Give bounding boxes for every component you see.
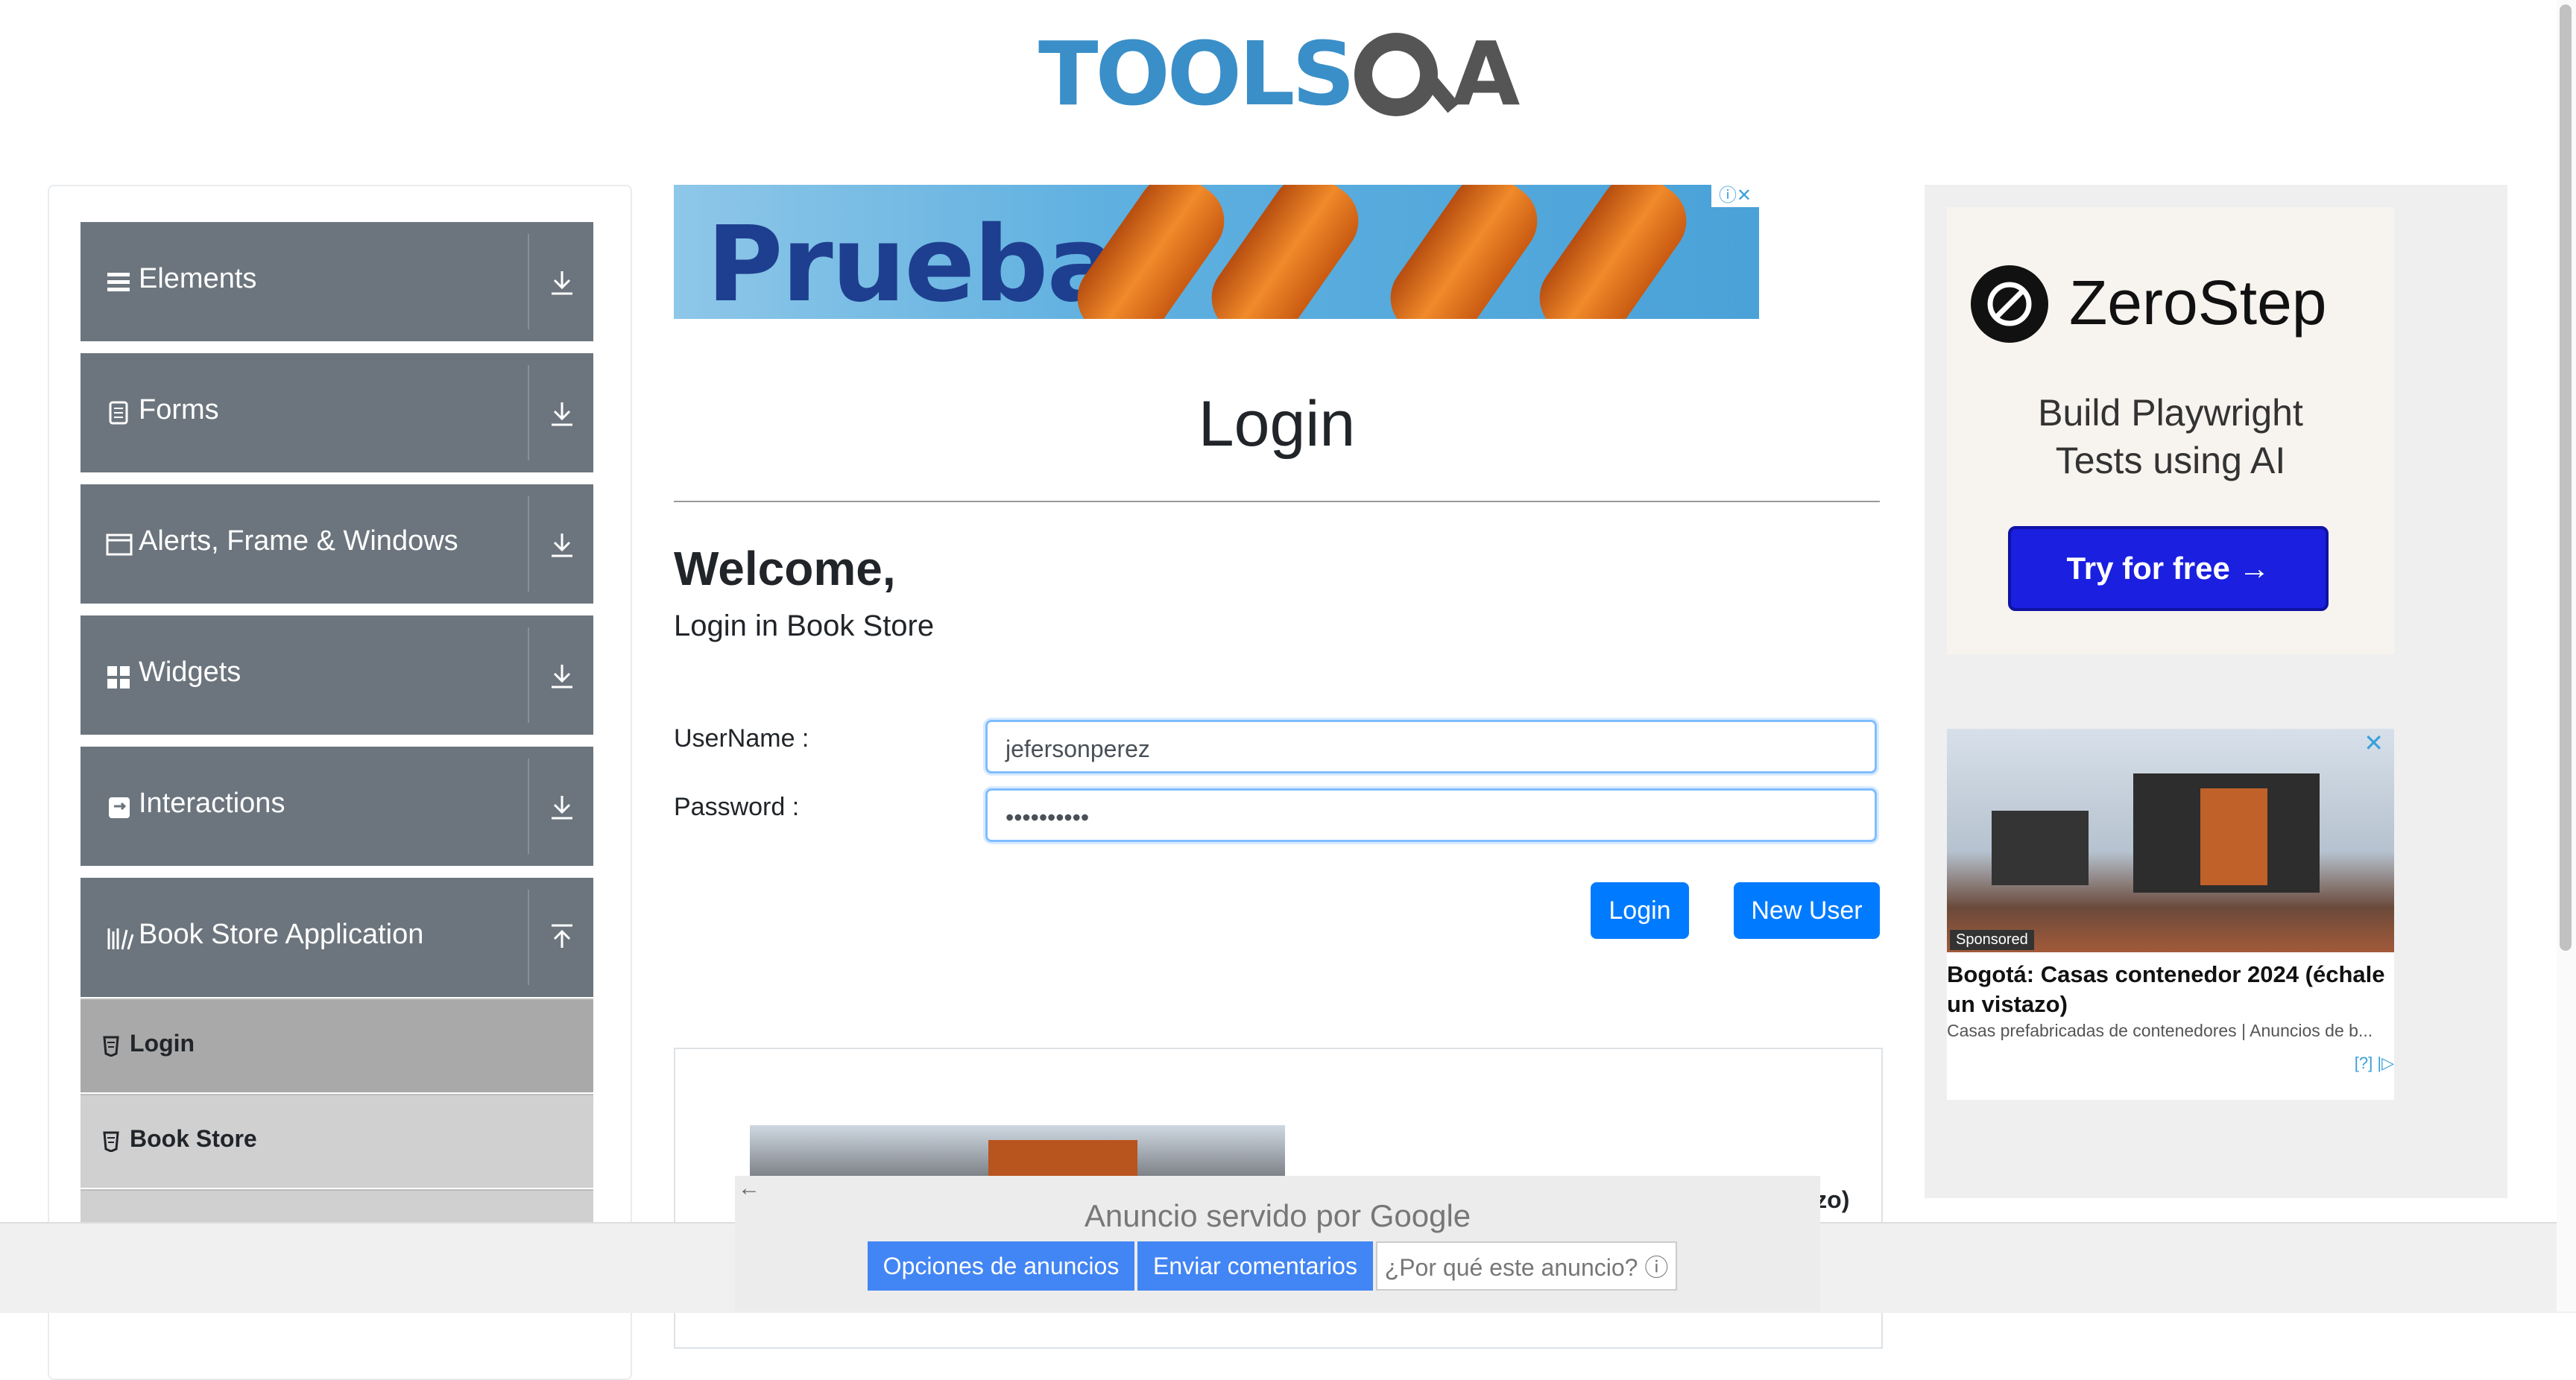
ad-options-button[interactable]: Opciones de anuncios xyxy=(868,1241,1134,1291)
zerostep-ad[interactable]: ZeroStep Build Playwright Tests using AI… xyxy=(1947,207,2394,654)
username-label: UserName : xyxy=(674,724,809,753)
container-house-small xyxy=(1992,811,2089,885)
password-input[interactable]: •••••••••• xyxy=(985,788,1877,842)
books-icon xyxy=(107,928,134,950)
title-divider xyxy=(674,501,1880,502)
ad-headline: Prueba xyxy=(707,204,1117,319)
sidebar-group-label: Widgets xyxy=(139,656,242,688)
login-button[interactable]: Login xyxy=(1591,882,1689,939)
ad-served-by-google: Anuncio servido por Google xyxy=(1084,1198,1471,1233)
sidebar-group-elements[interactable]: Elements xyxy=(80,222,593,341)
upload-arrow-icon[interactable] xyxy=(549,921,575,954)
divider xyxy=(528,627,529,723)
window-icon xyxy=(106,534,133,556)
scrollbar-thumb[interactable] xyxy=(2560,4,2572,951)
sidebar-group-label: Elements xyxy=(139,263,257,294)
divider xyxy=(528,234,529,329)
sidebar-group-label: Book Store Application xyxy=(139,919,424,950)
sidebar-item-book-store[interactable]: Book Store xyxy=(80,1094,593,1188)
ad-close-icon[interactable]: ⓘ✕ xyxy=(1711,185,1759,207)
hamburger-icon xyxy=(107,273,130,291)
new-user-button[interactable]: New User xyxy=(1734,882,1880,939)
zerostep-name: ZeroStep xyxy=(2069,268,2327,338)
zerostep-logo-icon xyxy=(1971,265,2048,343)
zerostep-tagline-line1: Build Playwright xyxy=(2038,392,2303,434)
sidebar-item-label: Login xyxy=(130,1030,195,1057)
close-icon[interactable]: ✕ xyxy=(2364,729,2384,757)
welcome-heading: Welcome, xyxy=(674,542,896,595)
zerostep-tagline-line2: Tests using AI xyxy=(2055,440,2286,481)
sidebar-group-label: Interactions xyxy=(139,788,285,819)
svg-text:TOOLS: TOOLS xyxy=(1038,22,1352,125)
html-icon xyxy=(103,1036,119,1057)
sidebar-item-login[interactable]: Login xyxy=(80,998,593,1092)
divider xyxy=(528,890,529,985)
bottle-image xyxy=(1525,185,1701,319)
login-subtitle: Login in Book Store xyxy=(674,610,935,642)
sidebar-group-widgets[interactable]: Widgets xyxy=(80,615,593,735)
zerostep-tagline: Build Playwright Tests using AI xyxy=(1947,389,2394,484)
bottle-image xyxy=(1376,185,1552,319)
divider xyxy=(528,496,529,592)
sidebar-group-interactions[interactable]: Interactions xyxy=(80,747,593,866)
interactions-icon xyxy=(109,797,130,818)
toolsqa-logo-graphic: TOOLS A xyxy=(1038,22,1520,125)
bottle-image xyxy=(1197,185,1373,319)
sidebar-group-alerts[interactable]: Alerts, Frame & Windows xyxy=(80,484,593,604)
username-input[interactable]: jefersonperez xyxy=(985,720,1877,773)
adchoices-icon[interactable]: [?] |▷ xyxy=(2355,1054,2394,1073)
native-ad-card[interactable]: Sponsored ✕ Bogotá: Casas contenedor 202… xyxy=(1947,729,2394,1100)
sidebar-group-label: Forms xyxy=(139,394,219,425)
divider xyxy=(528,759,529,854)
html-icon xyxy=(103,1131,119,1152)
try-for-free-button[interactable]: Try for free → xyxy=(2008,526,2329,611)
sidebar-item-label: Book Store xyxy=(130,1125,257,1152)
download-arrow-icon[interactable] xyxy=(549,396,575,429)
container-house-wood xyxy=(2200,788,2267,885)
sidebar-group-book-store[interactable]: Book Store Application xyxy=(80,878,593,997)
page-title: Login xyxy=(1198,388,1356,460)
native-ad-description: Casas prefabricadas de contenedores | An… xyxy=(1947,1021,2373,1040)
svg-text:A: A xyxy=(1452,22,1520,125)
google-ad-bar: ← Anuncio servido por Google Opciones de… xyxy=(735,1176,1820,1311)
download-arrow-icon[interactable] xyxy=(549,659,575,691)
download-arrow-icon[interactable] xyxy=(549,265,575,298)
native-ad-title[interactable]: Bogotá: Casas contenedor 2024 (échale un… xyxy=(1947,960,2394,1019)
document-icon xyxy=(109,401,128,425)
why-this-ad-button[interactable]: ¿Por qué este anuncio? ⓘ xyxy=(1376,1241,1677,1291)
download-arrow-icon[interactable] xyxy=(549,528,575,560)
sidebar-group-label: Alerts, Frame & Windows xyxy=(139,525,458,557)
container-house-image[interactable]: Sponsored xyxy=(1947,729,2394,952)
back-arrow-icon[interactable]: ← xyxy=(738,1176,760,1201)
sidebar-group-forms[interactable]: Forms xyxy=(80,353,593,472)
widgets-icon xyxy=(107,666,130,689)
password-label: Password : xyxy=(674,793,800,821)
send-feedback-button[interactable]: Enviar comentarios xyxy=(1137,1241,1373,1291)
top-ad-banner[interactable]: Prueba ⓘ✕ xyxy=(674,185,1759,319)
toolsqa-logo[interactable]: TOOLS A xyxy=(1038,21,1523,140)
divider xyxy=(528,365,529,460)
sponsored-badge: Sponsored xyxy=(1950,930,2034,950)
download-arrow-icon[interactable] xyxy=(549,790,575,823)
